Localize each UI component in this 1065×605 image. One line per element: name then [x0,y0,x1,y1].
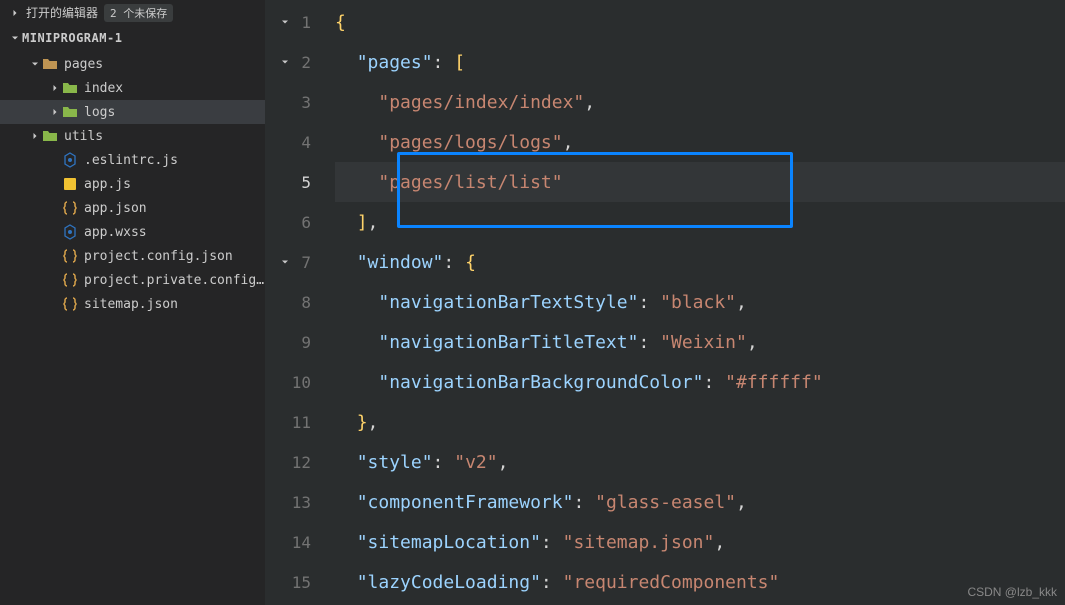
code-line[interactable]: "navigationBarTextStyle": "black", [335,282,1065,322]
folder-g-icon [62,80,78,96]
tree-item-label: project.config.json [84,249,265,264]
twisty-icon [28,58,42,70]
folder-g-icon [42,128,58,144]
tree-item-label: .eslintrc.js [84,153,265,168]
tree-item[interactable]: project.config.json [0,244,265,268]
fold-chevron-icon[interactable] [277,14,293,30]
code-line[interactable]: "lazyCodeLoading": "requiredComponents" [335,562,1065,602]
code-line[interactable]: "pages/list/list" [335,162,1065,202]
tree-item-label: utils [64,129,265,144]
chevron-down-icon [8,32,22,44]
tree-item-label: sitemap.json [84,297,265,312]
tree-item[interactable]: app.json [0,196,265,220]
tree-item-label: pages [64,57,265,72]
tree-item-label: app.js [84,177,265,192]
code-line[interactable]: "componentFramework": "glass-easel", [335,482,1065,522]
code-line[interactable]: "navigationBarBackgroundColor": "#ffffff… [335,362,1065,402]
code-line[interactable]: "pages": [ [335,42,1065,82]
folder-g-icon [62,104,78,120]
code-line[interactable]: "pages/logs/logs", [335,122,1065,162]
wxss-icon [62,152,78,168]
fold-column [265,0,295,605]
code-line[interactable]: "style": "v2", [335,442,1065,482]
project-name: MINIPROGRAM-1 [22,31,122,45]
code-line[interactable]: "pages/index/index", [335,82,1065,122]
sidebar: 打开的编辑器 2 个未保存 MINIPROGRAM-1 pages index lo… [0,0,265,605]
open-editors-label: 打开的编辑器 [26,4,98,21]
code-line[interactable]: "window": { [335,242,1065,282]
tree-item[interactable]: app.js [0,172,265,196]
tree-item-label: app.json [84,201,265,216]
project-header[interactable]: MINIPROGRAM-1 [0,25,265,50]
code-line[interactable]: "sitemapLocation": "sitemap.json", [335,522,1065,562]
tree-item[interactable]: utils [0,124,265,148]
json-icon [62,200,78,216]
code-area[interactable]: { "pages": [ "pages/index/index", "pages… [335,0,1065,605]
tree-item[interactable]: index [0,76,265,100]
twisty-icon [48,82,62,94]
tree-item[interactable]: .eslintrc.js [0,148,265,172]
js-icon [62,176,78,192]
tree-item-label: app.wxss [84,225,265,240]
unsaved-badge: 2 个未保存 [104,4,173,22]
tree-item[interactable]: project.private.config.js... [0,268,265,292]
twisty-icon [28,130,42,142]
twisty-icon [48,106,62,118]
tree-item-label: project.private.config.js... [84,273,265,288]
file-tree: pages index logs utils .eslintrc.js app.js app… [0,50,265,316]
wxss-icon [62,224,78,240]
watermark: CSDN @lzb_kkk [967,585,1057,599]
app-root: 打开的编辑器 2 个未保存 MINIPROGRAM-1 pages index lo… [0,0,1065,605]
code-line[interactable]: { [335,2,1065,42]
tree-item[interactable]: logs [0,100,265,124]
json-icon [62,296,78,312]
json-icon [62,272,78,288]
fold-chevron-icon[interactable] [277,54,293,70]
tree-item[interactable]: app.wxss [0,220,265,244]
fold-chevron-icon[interactable] [277,254,293,270]
tree-item-label: logs [84,105,265,120]
code-line[interactable]: ], [335,202,1065,242]
tree-item[interactable]: sitemap.json [0,292,265,316]
code-line[interactable]: "navigationBarTitleText": "Weixin", [335,322,1065,362]
json-icon [62,248,78,264]
tree-item[interactable]: pages [0,52,265,76]
tree-item-label: index [84,81,265,96]
folder-o-icon [42,56,58,72]
chevron-right-icon [8,7,22,19]
editor: 123456789101112131415 { "pages": [ "page… [265,0,1065,605]
open-editors-header[interactable]: 打开的编辑器 2 个未保存 [0,0,265,25]
code-line[interactable]: }, [335,402,1065,442]
